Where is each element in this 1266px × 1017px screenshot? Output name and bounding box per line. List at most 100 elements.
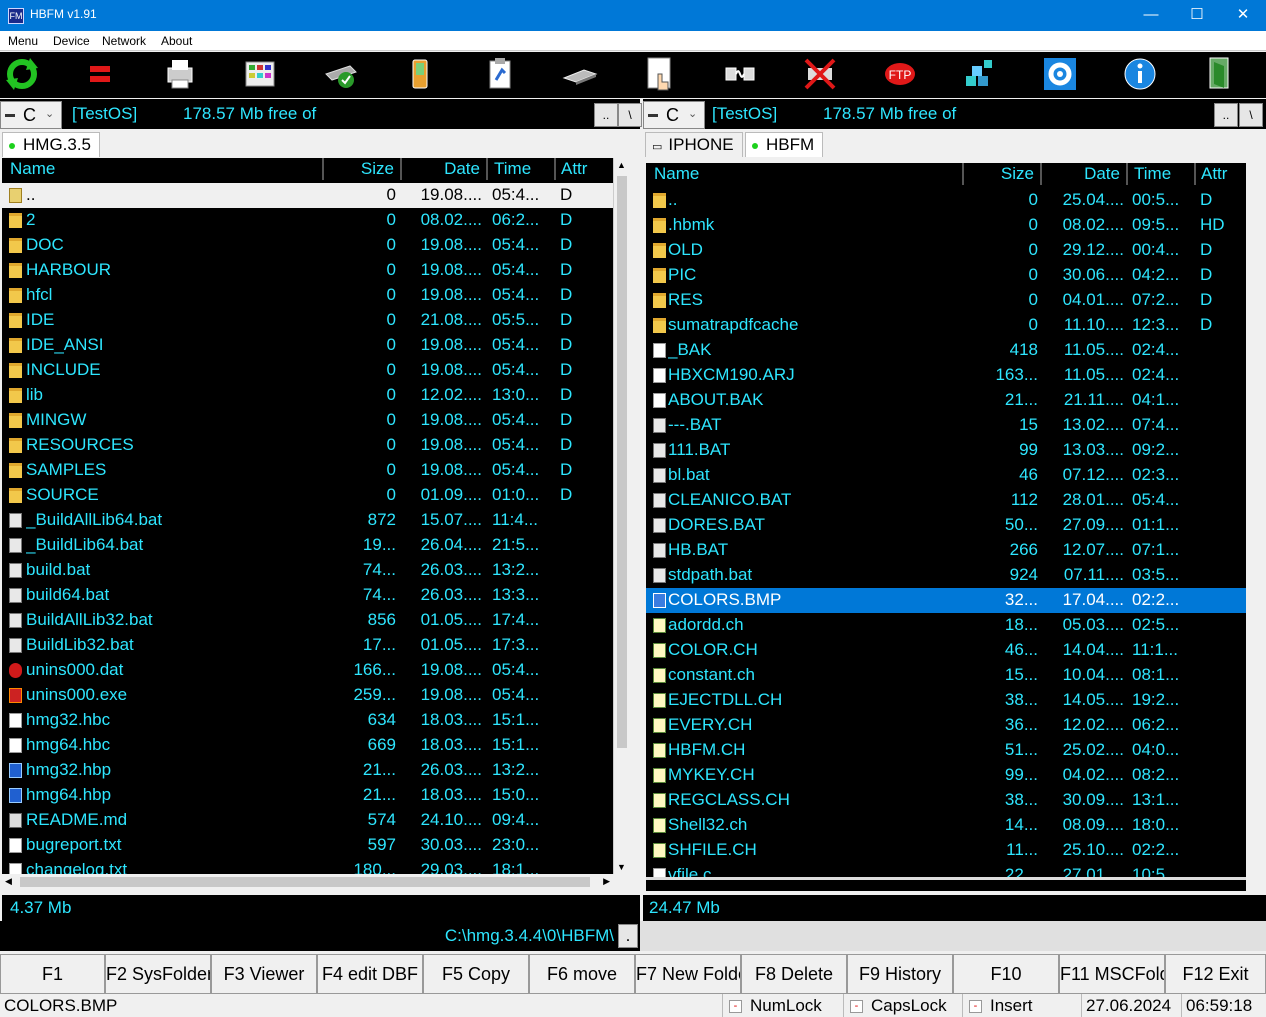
file-row[interactable]: .. 0 25.04.... 00:5... D (646, 188, 1246, 213)
f10-button[interactable]: F10 (953, 954, 1059, 994)
file-row[interactable]: README.md 574 24.10.... 09:4... (2, 808, 613, 833)
tab-hbfm[interactable]: HBFM (745, 132, 824, 157)
file-row[interactable]: HBFM.CH 51... 25.02.... 04:0... (646, 738, 1246, 763)
f7-new-folder-button[interactable]: F7 New Folder (635, 954, 741, 994)
file-row[interactable]: IDE 0 21.08.... 05:5... D (2, 308, 613, 333)
file-row[interactable]: 2 0 08.02.... 06:2... D (2, 208, 613, 233)
file-row[interactable]: CLEANICO.BAT 112 28.01.... 05:4... (646, 488, 1246, 513)
file-row[interactable]: Shell32.ch 14... 08.09.... 18:0... (646, 813, 1246, 838)
file-row[interactable]: changelog.txt 180... 29.03.... 18:1... (2, 858, 613, 874)
file-row[interactable]: BuildLib32.bat 17... 01.05.... 17:3... (2, 633, 613, 658)
file-row[interactable]: INCLUDE 0 19.08.... 05:4... D (2, 358, 613, 383)
drive-check-icon[interactable] (320, 54, 360, 94)
file-row[interactable]: RESOURCES 0 19.08.... 05:4... D (2, 433, 613, 458)
f8-delete-button[interactable]: F8 Delete (741, 954, 847, 994)
exit-door-icon[interactable] (1200, 54, 1240, 94)
path-button[interactable]: . (618, 924, 638, 948)
network-cable-icon[interactable] (720, 54, 760, 94)
command-line[interactable] (640, 921, 1266, 951)
print-icon[interactable] (160, 54, 200, 94)
file-row[interactable]: MYKEY.CH 99... 04.02.... 08:2... (646, 763, 1246, 788)
refresh-icon[interactable] (2, 54, 42, 94)
column-header-size[interactable]: Size (966, 163, 1042, 185)
f12-exit-button[interactable]: F12 Exit (1165, 954, 1266, 994)
file-row[interactable]: hmg64.hbc 669 18.03.... 15:1... (2, 733, 613, 758)
f1-button[interactable]: F1 (0, 954, 105, 994)
f4-edit-dbf-button[interactable]: F4 edit DBF (317, 954, 423, 994)
scroll-up-icon[interactable]: ▲ (617, 160, 626, 170)
compare-icon[interactable] (80, 54, 120, 94)
scroll-left-icon[interactable]: ◀ (5, 876, 12, 887)
file-row[interactable]: sumatrapdfcache 0 11.10.... 12:3... D (646, 313, 1246, 338)
info-icon[interactable] (1120, 54, 1160, 94)
scroll-thumb[interactable] (617, 176, 627, 748)
file-row[interactable]: ---.BAT 15 13.02.... 07:4... (646, 413, 1246, 438)
document-hand-icon[interactable] (640, 54, 680, 94)
f3-viewer-button[interactable]: F3 Viewer (211, 954, 317, 994)
column-header-attr[interactable]: Attr (1198, 163, 1246, 185)
tab-iphone[interactable]: ▭ IPHONE (645, 132, 743, 157)
file-row[interactable]: vfile.c 22... 27.01.... 10:5... (646, 863, 1246, 877)
menu-item-device[interactable]: Device (53, 34, 90, 48)
menu-item-about[interactable]: About (161, 34, 192, 48)
scanner-icon[interactable] (560, 54, 600, 94)
file-row[interactable]: SOURCE 0 01.09.... 01:0... D (2, 483, 613, 508)
clipboard-icon[interactable] (480, 54, 520, 94)
column-header-time[interactable]: Time (490, 158, 556, 180)
file-row[interactable]: PIC 0 30.06.... 04:2... D (646, 263, 1246, 288)
column-header-name[interactable]: Name (4, 158, 324, 180)
column-header-time[interactable]: Time (1130, 163, 1196, 185)
file-row[interactable]: MINGW 0 19.08.... 05:4... D (2, 408, 613, 433)
left-root-button[interactable]: \ (618, 103, 642, 127)
left-vertical-scrollbar[interactable]: ▲ ▼ (613, 158, 629, 874)
file-row[interactable]: stdpath.bat 924 07.11.... 03:5... (646, 563, 1246, 588)
right-file-list[interactable]: Name Size Date Time Attr .. 0 25.04.... 00:… (646, 163, 1246, 877)
grid-icon[interactable] (240, 54, 280, 94)
left-up-button[interactable]: .. (594, 103, 618, 127)
maximize-button[interactable]: ☐ (1174, 0, 1220, 31)
column-header-date[interactable]: Date (404, 158, 488, 180)
settings-gear-icon[interactable] (1040, 54, 1080, 94)
cubes-icon[interactable] (960, 54, 1000, 94)
file-row[interactable]: HARBOUR 0 19.08.... 05:4... D (2, 258, 613, 283)
ftp-icon[interactable]: FTP (880, 54, 920, 94)
file-row[interactable]: hfcl 0 19.08.... 05:4... D (2, 283, 613, 308)
pda-icon[interactable] (400, 54, 440, 94)
f5-copy-button[interactable]: F5 Copy (423, 954, 529, 994)
right-drive-select[interactable]: ▬ C ⌄ (643, 101, 705, 129)
file-row[interactable]: adordd.ch 18... 05.03.... 02:5... (646, 613, 1246, 638)
column-header-size[interactable]: Size (326, 158, 402, 180)
file-row[interactable]: OLD 0 29.12.... 00:4... D (646, 238, 1246, 263)
file-row[interactable]: bugreport.txt 597 30.03.... 23:0... (2, 833, 613, 858)
file-row[interactable]: .hbmk 0 08.02.... 09:5... HD (646, 213, 1246, 238)
file-row[interactable]: unins000.dat 166... 19.08.... 05:4... (2, 658, 613, 683)
left-file-list[interactable]: Name Size Date Time Attr .. 0 19.08.... 05:… (2, 158, 613, 874)
column-header-attr[interactable]: Attr (558, 158, 613, 180)
file-row[interactable]: EJECTDLL.CH 38... 14.05.... 19:2... (646, 688, 1246, 713)
file-row[interactable]: bl.bat 46 07.12.... 02:3... (646, 463, 1246, 488)
tab-hmg35[interactable]: HMG.3.5 (2, 132, 101, 157)
file-row[interactable]: SAMPLES 0 19.08.... 05:4... D (2, 458, 613, 483)
file-row[interactable]: hmg64.hbp 21... 18.03.... 15:0... (2, 783, 613, 808)
scroll-thumb[interactable] (20, 877, 590, 887)
file-row[interactable]: SHFILE.CH 11... 25.10.... 02:2... (646, 838, 1246, 863)
file-row[interactable]: DOC 0 19.08.... 05:4... D (2, 233, 613, 258)
file-row[interactable]: HB.BAT 266 12.07.... 07:1... (646, 538, 1246, 563)
minimize-button[interactable]: — (1128, 0, 1174, 31)
right-root-button[interactable]: \ (1239, 103, 1263, 127)
file-row[interactable]: DORES.BAT 50... 27.09.... 01:1... (646, 513, 1246, 538)
file-row[interactable]: IDE_ANSI 0 19.08.... 05:4... D (2, 333, 613, 358)
scroll-right-icon[interactable]: ▶ (603, 876, 610, 887)
f9-history-button[interactable]: F9 History (847, 954, 953, 994)
f6-move-button[interactable]: F6 move (529, 954, 635, 994)
network-disconnect-icon[interactable] (800, 54, 840, 94)
file-row[interactable]: unins000.exe 259... 19.08.... 05:4... (2, 683, 613, 708)
left-horizontal-scrollbar[interactable]: ◀ ▶ (2, 874, 613, 890)
file-row[interactable]: COLORS.BMP 32... 17.04.... 02:2... (646, 588, 1246, 613)
file-row[interactable]: constant.ch 15... 10.04.... 08:1... (646, 663, 1246, 688)
file-row[interactable]: hmg32.hbp 21... 26.03.... 13:2... (2, 758, 613, 783)
menu-item-menu[interactable]: Menu (8, 34, 38, 48)
file-row[interactable]: EVERY.CH 36... 12.02.... 06:2... (646, 713, 1246, 738)
close-button[interactable]: ✕ (1220, 0, 1266, 31)
file-row[interactable]: BuildAllLib32.bat 856 01.05.... 17:4... (2, 608, 613, 633)
